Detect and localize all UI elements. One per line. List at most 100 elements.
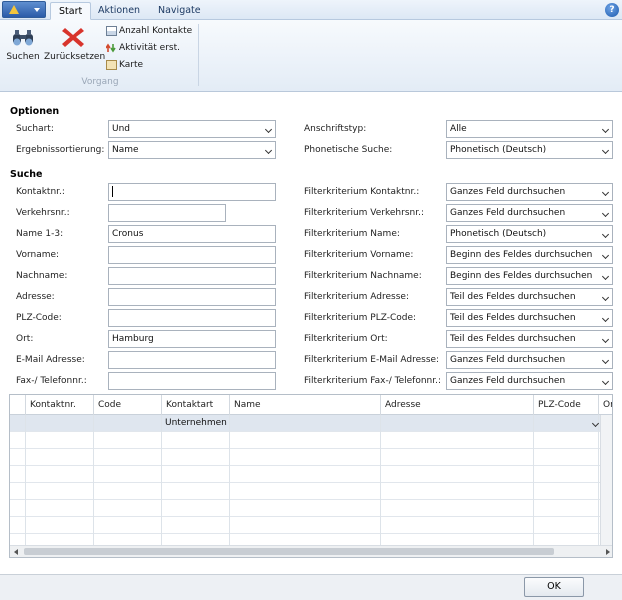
table-cell[interactable]: [534, 415, 599, 432]
scroll-left-icon[interactable]: [14, 549, 18, 555]
column-header-kontaktart[interactable]: Kontaktart: [162, 395, 230, 415]
search-field-input[interactable]: [108, 183, 276, 201]
grid-vertical-scrollbar[interactable]: [600, 415, 612, 549]
filter-criterion-select[interactable]: Ganzes Feld durchsuchen: [446, 204, 613, 222]
row-selector[interactable]: [10, 500, 26, 517]
row-selector[interactable]: [10, 415, 26, 432]
ok-button[interactable]: OK: [524, 577, 584, 597]
table-cell[interactable]: [162, 466, 230, 483]
search-field-input[interactable]: [108, 288, 276, 306]
search-field-input[interactable]: [108, 372, 276, 390]
column-header-plz-code[interactable]: PLZ-Code: [534, 395, 599, 415]
table-row[interactable]: [10, 466, 602, 483]
table-cell[interactable]: [534, 449, 599, 466]
table-row[interactable]: Unternehmen: [10, 415, 602, 432]
table-cell[interactable]: [381, 466, 534, 483]
row-selector[interactable]: [10, 517, 26, 534]
column-header-adresse[interactable]: Adresse: [381, 395, 534, 415]
table-cell[interactable]: [534, 432, 599, 449]
table-row[interactable]: [10, 449, 602, 466]
table-cell[interactable]: [230, 517, 381, 534]
table-cell[interactable]: [94, 466, 162, 483]
phonetic-search-select[interactable]: Phonetisch (Deutsch): [446, 141, 613, 159]
table-cell[interactable]: [381, 500, 534, 517]
search-mode-select[interactable]: Und: [108, 120, 276, 138]
result-sort-select[interactable]: Name: [108, 141, 276, 159]
horizontal-scroll-thumb[interactable]: [24, 548, 554, 555]
table-cell[interactable]: [26, 483, 94, 500]
tab-start[interactable]: Start: [50, 2, 92, 20]
table-cell[interactable]: [26, 415, 94, 432]
table-row[interactable]: [10, 500, 602, 517]
table-cell[interactable]: [94, 517, 162, 534]
column-header-ort[interactable]: Or: [599, 395, 612, 415]
table-cell[interactable]: [162, 517, 230, 534]
table-cell[interactable]: [230, 500, 381, 517]
search-field-input[interactable]: [108, 267, 276, 285]
create-activity-button[interactable]: Aktivität erst.: [106, 41, 180, 55]
table-cell[interactable]: [26, 500, 94, 517]
table-cell[interactable]: [381, 415, 534, 432]
row-selector[interactable]: [10, 466, 26, 483]
tab-aktionen[interactable]: Aktionen: [90, 2, 148, 20]
table-cell[interactable]: [534, 500, 599, 517]
filter-criterion-select[interactable]: Phonetisch (Deutsch): [446, 225, 613, 243]
table-cell[interactable]: [94, 449, 162, 466]
filter-criterion-select[interactable]: Beginn des Feldes durchsuchen: [446, 246, 613, 264]
table-cell[interactable]: [534, 466, 599, 483]
filter-criterion-select[interactable]: Teil des Feldes durchsuchen: [446, 288, 613, 306]
table-cell[interactable]: [381, 483, 534, 500]
table-cell[interactable]: [94, 500, 162, 517]
table-row[interactable]: [10, 432, 602, 449]
filter-criterion-select[interactable]: Ganzes Feld durchsuchen: [446, 183, 613, 201]
search-button[interactable]: Suchen: [4, 24, 42, 62]
search-field-input[interactable]: [108, 204, 226, 222]
table-cell[interactable]: [162, 432, 230, 449]
table-cell[interactable]: [381, 432, 534, 449]
table-cell[interactable]: [534, 483, 599, 500]
table-cell[interactable]: [230, 432, 381, 449]
search-field-input[interactable]: [108, 351, 276, 369]
filter-criterion-select[interactable]: Teil des Feldes durchsuchen: [446, 330, 613, 348]
help-icon[interactable]: ?: [605, 3, 619, 17]
table-cell[interactable]: [230, 483, 381, 500]
row-selector[interactable]: [10, 432, 26, 449]
table-cell[interactable]: [230, 449, 381, 466]
grid-horizontal-scrollbar[interactable]: [10, 545, 612, 557]
row-selector[interactable]: [10, 483, 26, 500]
application-menu-button[interactable]: [2, 1, 46, 18]
column-header-code[interactable]: Code: [94, 395, 162, 415]
table-cell[interactable]: [162, 500, 230, 517]
count-contacts-button[interactable]: Anzahl Kontakte: [106, 24, 192, 38]
search-field-input[interactable]: [108, 309, 276, 327]
table-cell[interactable]: [162, 449, 230, 466]
table-cell[interactable]: [534, 517, 599, 534]
table-cell[interactable]: [26, 517, 94, 534]
column-header-kontaktnr[interactable]: Kontaktnr.: [26, 395, 94, 415]
search-field-input[interactable]: Cronus: [108, 225, 276, 243]
filter-criterion-select[interactable]: Teil des Feldes durchsuchen: [446, 309, 613, 327]
reset-button[interactable]: Zurücksetzen: [44, 24, 105, 62]
table-cell[interactable]: [230, 466, 381, 483]
table-row[interactable]: [10, 483, 602, 500]
table-cell[interactable]: Unternehmen: [162, 415, 230, 432]
card-button[interactable]: Karte: [106, 58, 143, 72]
table-cell[interactable]: [230, 415, 381, 432]
search-field-input[interactable]: [108, 246, 276, 264]
scroll-right-icon[interactable]: [606, 549, 610, 555]
table-cell[interactable]: [381, 449, 534, 466]
address-type-select[interactable]: Alle: [446, 120, 613, 138]
filter-criterion-select[interactable]: Beginn des Feldes durchsuchen: [446, 267, 613, 285]
table-cell[interactable]: [26, 449, 94, 466]
table-cell[interactable]: [26, 432, 94, 449]
tab-navigate[interactable]: Navigate: [150, 2, 209, 20]
filter-criterion-select[interactable]: Ganzes Feld durchsuchen: [446, 351, 613, 369]
table-cell[interactable]: [94, 415, 162, 432]
search-field-input[interactable]: Hamburg: [108, 330, 276, 348]
table-cell[interactable]: [94, 483, 162, 500]
table-cell[interactable]: [26, 466, 94, 483]
table-cell[interactable]: [381, 517, 534, 534]
table-cell[interactable]: [94, 432, 162, 449]
filter-criterion-select[interactable]: Ganzes Feld durchsuchen: [446, 372, 613, 390]
row-selector[interactable]: [10, 449, 26, 466]
